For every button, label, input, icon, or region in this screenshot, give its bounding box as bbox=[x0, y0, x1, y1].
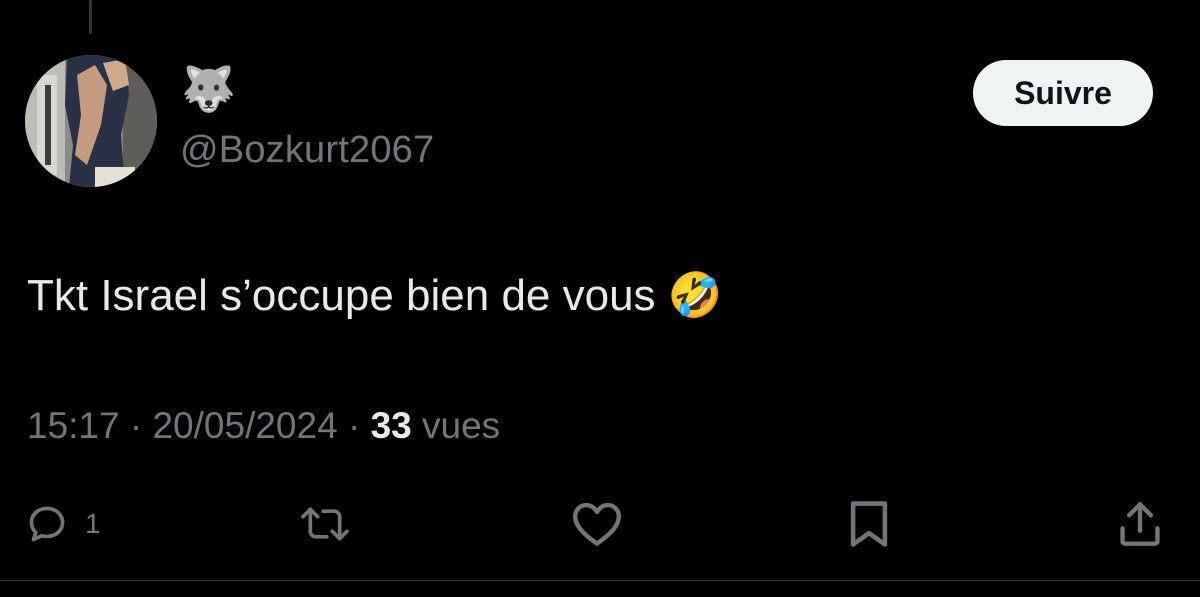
thread-line bbox=[89, 0, 92, 34]
bookmark-icon bbox=[846, 499, 892, 549]
tweet-body: Tkt Israel s’occupe bien de vous bbox=[27, 271, 656, 320]
tweet-text: Tkt Israel s’occupe bien de vous 🤣 bbox=[27, 268, 723, 324]
like-button[interactable] bbox=[570, 494, 624, 554]
reply-icon bbox=[25, 502, 69, 546]
follow-button[interactable]: Suivre bbox=[973, 60, 1153, 126]
share-icon bbox=[1116, 499, 1164, 549]
tweet-date[interactable]: 20/05/2024 bbox=[152, 405, 337, 446]
share-button[interactable] bbox=[1116, 494, 1164, 554]
tweet-time[interactable]: 15:17 bbox=[27, 405, 120, 446]
avatar[interactable] bbox=[25, 55, 157, 187]
bookmark-button[interactable] bbox=[846, 494, 892, 554]
reply-button[interactable]: 1 bbox=[25, 494, 101, 554]
views-count: 33 bbox=[370, 405, 412, 446]
tweet-meta: 15:17 · 20/05/2024 · 33 vues bbox=[27, 403, 500, 449]
user-handle[interactable]: @Bozkurt2067 bbox=[180, 128, 434, 172]
views-label: vues bbox=[422, 405, 501, 446]
action-bar: 1 bbox=[0, 494, 1200, 554]
reply-count: 1 bbox=[85, 508, 101, 539]
meta-separator: · bbox=[129, 405, 143, 446]
retweet-button[interactable] bbox=[296, 494, 354, 554]
meta-separator: · bbox=[347, 405, 361, 446]
bottom-divider bbox=[0, 580, 1200, 581]
like-icon bbox=[570, 500, 624, 548]
tweet-emoji: 🤣 bbox=[667, 270, 723, 321]
display-name[interactable]: 🐺 bbox=[181, 64, 236, 116]
retweet-icon bbox=[296, 502, 354, 546]
